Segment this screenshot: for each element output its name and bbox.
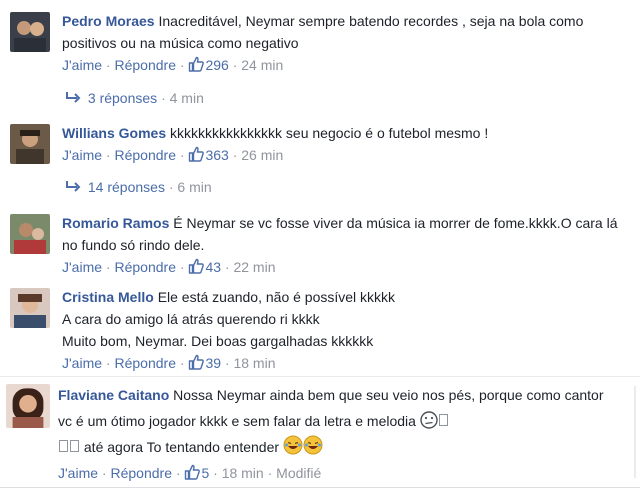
replies-time: 4 min	[169, 90, 204, 106]
comment-time[interactable]: 18 min	[233, 355, 275, 371]
like-link[interactable]: J'aime	[62, 147, 102, 163]
replies-count[interactable]: 3 réponses	[88, 90, 157, 106]
edited-label[interactable]: Modifié	[276, 465, 321, 481]
like-count[interactable]: 39	[188, 354, 221, 371]
reply-link[interactable]: Répondre	[114, 147, 176, 163]
comment-author[interactable]: Willians Gomes	[62, 125, 166, 141]
comment-author[interactable]: Pedro Moraes	[62, 13, 155, 29]
avatar[interactable]	[6, 384, 50, 428]
comment-text-line: Muito bom, Neymar. Dei boas gargalhadas …	[62, 333, 374, 349]
replies-link[interactable]: 3 réponses · 4 min	[64, 88, 204, 108]
replies-link[interactable]: 14 réponses · 6 min	[64, 177, 212, 197]
laughing-face-icon	[303, 435, 323, 455]
reply-link[interactable]: Répondre	[114, 259, 176, 275]
comment-time[interactable]: 26 min	[241, 147, 283, 163]
missing-glyph	[59, 440, 68, 452]
comment-actions: J'aime · Répondre · 5 · 18 min · Modifié	[58, 464, 322, 481]
like-link[interactable]: J'aime	[62, 259, 102, 275]
reply-arrow-icon	[66, 92, 81, 103]
like-link[interactable]: J'aime	[58, 465, 98, 481]
reply-link[interactable]: Répondre	[114, 355, 176, 371]
avatar[interactable]	[10, 288, 50, 328]
comment-text-line: A cara do amigo lá atrás querendo ri kkk…	[62, 311, 320, 327]
laughing-face-icon	[283, 435, 303, 455]
thumbs-up-icon	[189, 258, 205, 274]
like-count[interactable]: 363	[188, 146, 229, 163]
reply-arrow-icon	[66, 181, 81, 192]
comment-text: Ele está zuando, não é possível kkkkk	[157, 289, 396, 305]
avatar[interactable]	[10, 124, 50, 164]
like-link[interactable]: J'aime	[62, 355, 102, 371]
thumbs-up-icon	[189, 56, 205, 72]
comment-time[interactable]: 24 min	[241, 57, 283, 73]
reply-link[interactable]: Répondre	[114, 57, 176, 73]
comment-actions: J'aime · Répondre · 363 · 26 min	[62, 146, 284, 163]
comment-text-end: até agora To tentando entender	[83, 439, 280, 455]
thumbs-up-icon	[189, 354, 205, 370]
like-count[interactable]: 5	[184, 464, 209, 481]
comment-time[interactable]: 18 min	[222, 465, 264, 481]
avatar[interactable]	[10, 214, 50, 254]
missing-glyph	[438, 414, 448, 426]
replies-count[interactable]: 14 réponses	[88, 179, 165, 195]
comment-actions: J'aime · Répondre · 43 · 22 min	[62, 258, 276, 275]
replies-time: 6 min	[177, 179, 212, 195]
scrollbar[interactable]	[634, 386, 636, 478]
like-count[interactable]: 43	[188, 258, 221, 275]
like-link[interactable]: J'aime	[62, 57, 102, 73]
comment-text: kkkkkkkkkkkkkkkk seu negocio é o futebol…	[170, 125, 489, 141]
comment-author[interactable]: Romario Ramos	[62, 215, 169, 231]
comment-author[interactable]: Cristina Mello	[62, 289, 154, 305]
comment-author[interactable]: Flaviane Caitano	[58, 387, 169, 403]
confused-face-icon	[420, 411, 438, 429]
missing-glyph	[70, 440, 79, 452]
reply-link[interactable]: Répondre	[110, 465, 172, 481]
comment-actions: J'aime · Répondre · 296 · 24 min	[62, 56, 284, 73]
comment-time[interactable]: 22 min	[233, 259, 275, 275]
thumbs-up-icon	[185, 464, 201, 480]
avatar[interactable]	[10, 12, 50, 52]
comment-actions: J'aime · Répondre · 39 · 18 min	[62, 354, 276, 371]
thumbs-up-icon	[189, 146, 205, 162]
like-count[interactable]: 296	[188, 56, 229, 73]
